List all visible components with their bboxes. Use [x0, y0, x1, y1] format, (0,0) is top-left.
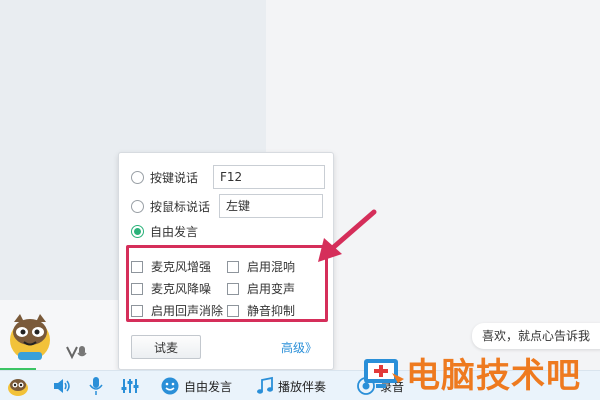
radio-row-free-speech[interactable]: 自由发言: [131, 223, 198, 240]
watermark-text: 电脑技术吧: [406, 356, 581, 396]
test-mic-button[interactable]: 试麦: [131, 335, 201, 359]
checkbox[interactable]: [131, 282, 143, 295]
radio-label: 按鼠标说话: [150, 200, 211, 214]
radio-row-mouse-talk[interactable]: 按鼠标说话: [131, 198, 210, 215]
mic-status-icon[interactable]: [64, 342, 90, 362]
play-accompaniment-button[interactable]: 播放伴奏: [256, 371, 326, 400]
chat-bubble: 喜欢，就点心告诉我: [472, 323, 600, 349]
option-label: 启用混响: [247, 260, 296, 274]
option-echo-cancel[interactable]: 启用回声消除: [131, 302, 223, 319]
free-speech-button[interactable]: 自由发言: [160, 371, 232, 400]
voice-settings-popup: 按键说话 F12 按鼠标说话 左键 自由发言 麦克风增强 麦克风降噪 启用回声消…: [118, 152, 334, 370]
music-note-icon: [257, 376, 273, 394]
radio-free-speech[interactable]: [131, 225, 144, 238]
mascot-small-icon[interactable]: [6, 371, 30, 400]
option-mic-boost[interactable]: 麦克风增强: [131, 258, 211, 275]
option-label: 静音抑制: [247, 304, 296, 318]
option-label: 启用变声: [247, 282, 296, 296]
option-label: 麦克风增强: [151, 260, 212, 274]
watermark-logo-icon: [364, 358, 404, 388]
mouse-button-field[interactable]: 左键: [219, 194, 323, 218]
checkbox[interactable]: [131, 304, 143, 317]
volume-icon[interactable]: [52, 371, 72, 400]
option-label: 启用回声消除: [151, 304, 224, 318]
option-label: 麦克风降噪: [151, 282, 212, 296]
advanced-link[interactable]: 高级》: [281, 339, 317, 356]
microphone-icon[interactable]: [88, 371, 104, 400]
checkbox[interactable]: [227, 282, 239, 295]
watermark: 电脑技术吧: [362, 348, 581, 397]
play-accompaniment-label: 播放伴奏: [278, 379, 327, 394]
checkbox[interactable]: [227, 304, 239, 317]
radio-mouse-talk[interactable]: [131, 200, 144, 213]
radio-label: 自由发言: [150, 225, 199, 239]
radio-row-key-talk[interactable]: 按键说话: [131, 169, 198, 186]
hotkey-field[interactable]: F12: [213, 165, 325, 189]
checkbox[interactable]: [131, 260, 143, 273]
free-speech-label: 自由发言: [184, 379, 233, 394]
equalizer-icon[interactable]: [120, 371, 140, 400]
radio-label: 按键说话: [150, 171, 199, 185]
option-reverb[interactable]: 启用混响: [227, 258, 295, 275]
arrow-annotation-icon: [318, 209, 377, 262]
option-voice-change[interactable]: 启用变声: [227, 280, 295, 297]
option-mic-denoise[interactable]: 麦克风降噪: [131, 280, 211, 297]
radio-key-talk[interactable]: [131, 171, 144, 184]
checkbox[interactable]: [227, 260, 239, 273]
smiley-icon: [161, 377, 179, 395]
option-silence-suppress[interactable]: 静音抑制: [227, 302, 295, 319]
mascot-icon[interactable]: [6, 310, 54, 362]
